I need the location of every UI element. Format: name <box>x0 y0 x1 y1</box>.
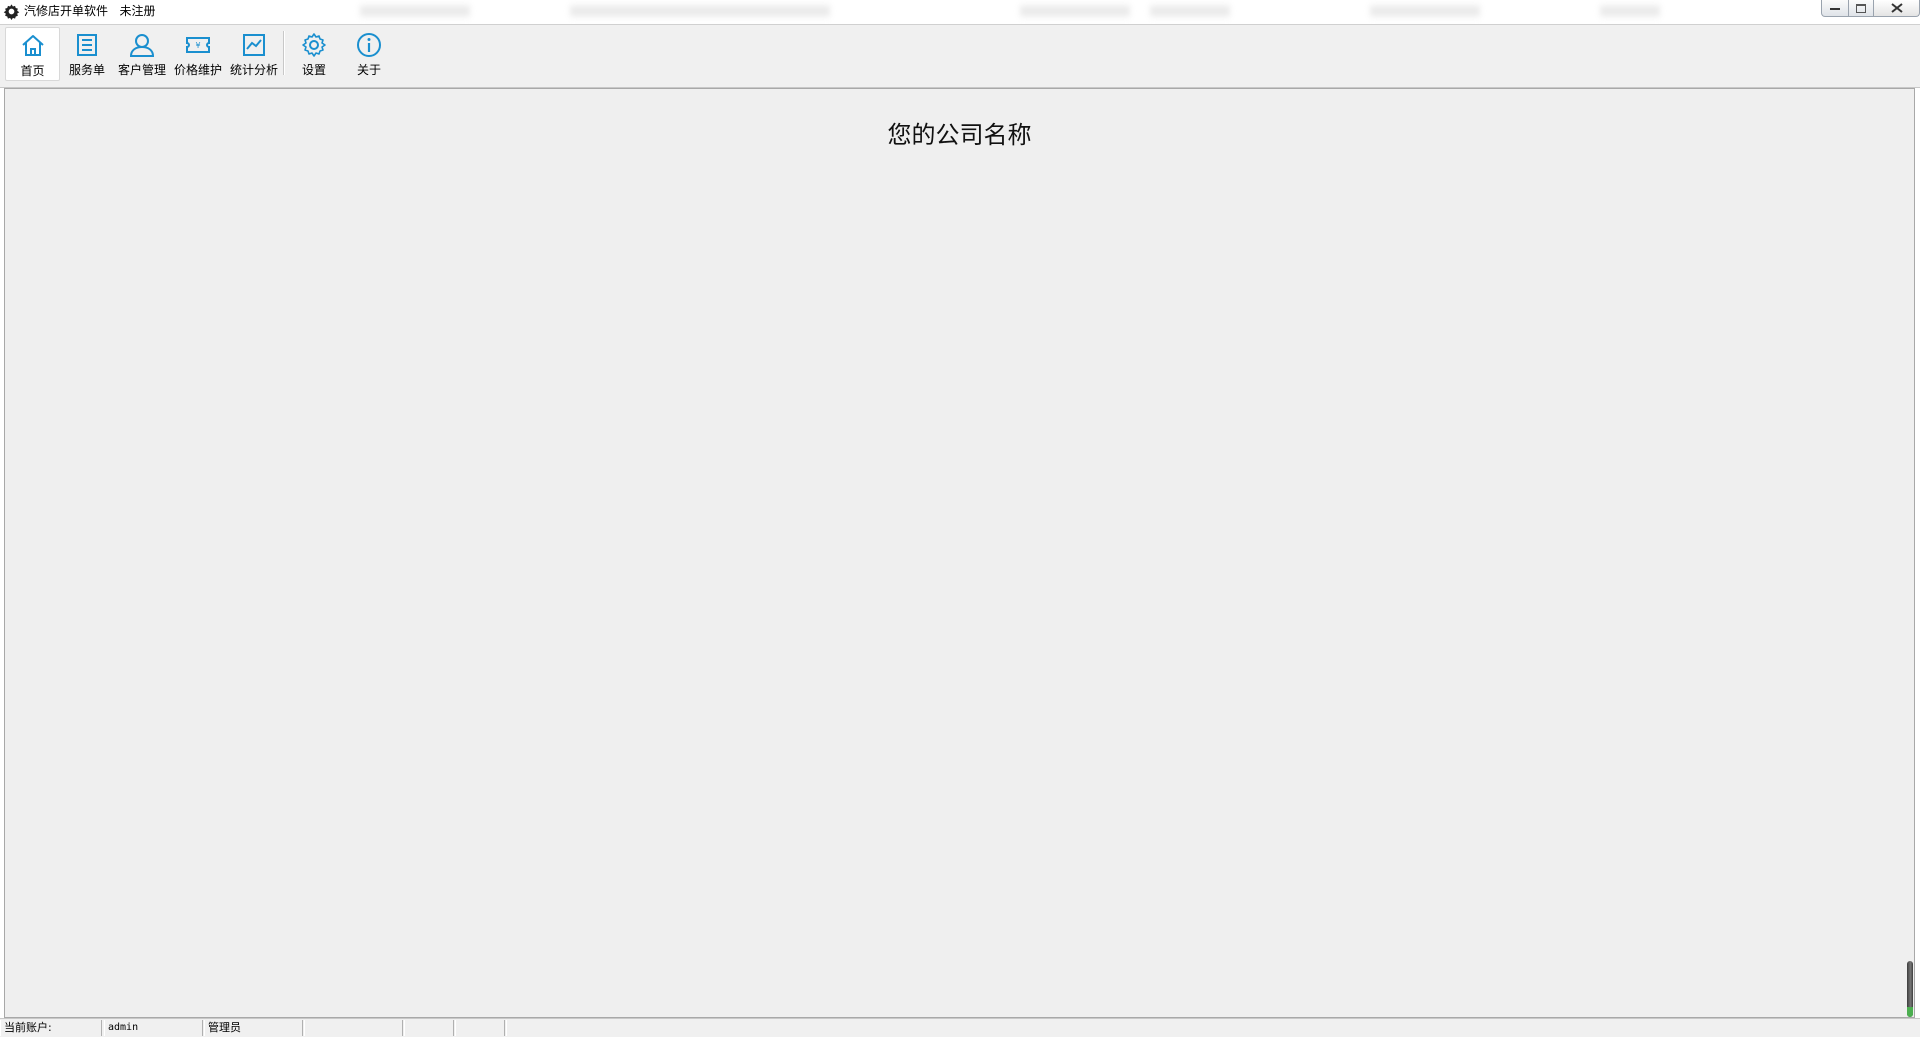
toolbar-settings-button[interactable]: 设置 <box>289 27 339 81</box>
toolbar-statistics-button[interactable]: 统计分析 <box>226 27 282 81</box>
svg-text:¥: ¥ <box>195 41 200 50</box>
toolbar-about-label: 关于 <box>356 63 381 77</box>
company-name-heading: 您的公司名称 <box>887 121 1032 149</box>
app-gear-icon <box>3 4 20 20</box>
price-ticket-icon: ¥ <box>186 37 210 53</box>
toolbar-price-button[interactable]: ¥ 价格维护 <box>170 27 226 81</box>
main-content-area: 您的公司名称 <box>4 88 1915 1018</box>
toolbar-statistics-label: 统计分析 <box>229 63 278 77</box>
toolbar-service-order-button[interactable]: 服务单 <box>63 27 111 81</box>
current-account-value: admin <box>104 1020 203 1036</box>
window-title: 汽修店开单软件 未注册 <box>24 4 156 18</box>
blurred-area <box>570 2 830 20</box>
toolbar-customer-button[interactable]: 客户管理 <box>114 27 170 81</box>
toolbar-settings-label: 设置 <box>301 63 326 77</box>
blurred-area <box>1020 2 1130 20</box>
resize-grip[interactable] <box>1907 961 1913 1017</box>
maximize-button[interactable] <box>1849 0 1874 17</box>
toolbar-customer-label: 客户管理 <box>117 63 166 77</box>
minimize-icon <box>1830 8 1840 10</box>
info-icon <box>357 33 381 57</box>
blurred-area <box>1150 2 1230 20</box>
toolbar-separator <box>283 31 285 75</box>
close-icon <box>1890 3 1903 13</box>
gear-icon <box>302 33 326 57</box>
toolbar-about-button[interactable]: 关于 <box>344 27 394 81</box>
status-cell-empty <box>304 1020 403 1036</box>
maximize-icon <box>1856 3 1866 13</box>
window-controls <box>1821 0 1920 18</box>
close-button[interactable] <box>1874 0 1920 17</box>
current-account-label: 当前账户: <box>0 1020 102 1036</box>
blurred-area <box>1370 2 1480 20</box>
toolbar-price-label: 价格维护 <box>173 63 222 77</box>
list-icon <box>77 34 97 56</box>
user-role: 管理员 <box>204 1020 303 1036</box>
main-toolbar: 首页 服务单 客户管理 ¥ 价格维护 统计分析 设置 关于 <box>0 25 1920 88</box>
minimize-button[interactable] <box>1821 0 1849 17</box>
blurred-area <box>1600 2 1660 20</box>
status-cell-empty <box>455 1020 505 1036</box>
chart-icon <box>243 34 265 56</box>
title-bar: 汽修店开单软件 未注册 <box>0 0 1920 25</box>
toolbar-home-label: 首页 <box>20 64 45 78</box>
registration-status: 未注册 <box>119 4 156 18</box>
home-icon <box>21 35 44 56</box>
status-bar: 当前账户: admin 管理员 <box>0 1018 1920 1037</box>
status-cell-empty <box>404 1020 454 1036</box>
toolbar-home-button[interactable]: 首页 <box>5 27 60 81</box>
status-cell-empty <box>506 1020 1920 1036</box>
user-icon <box>129 34 155 57</box>
toolbar-service-order-label: 服务单 <box>68 63 105 77</box>
blurred-area <box>360 2 470 20</box>
